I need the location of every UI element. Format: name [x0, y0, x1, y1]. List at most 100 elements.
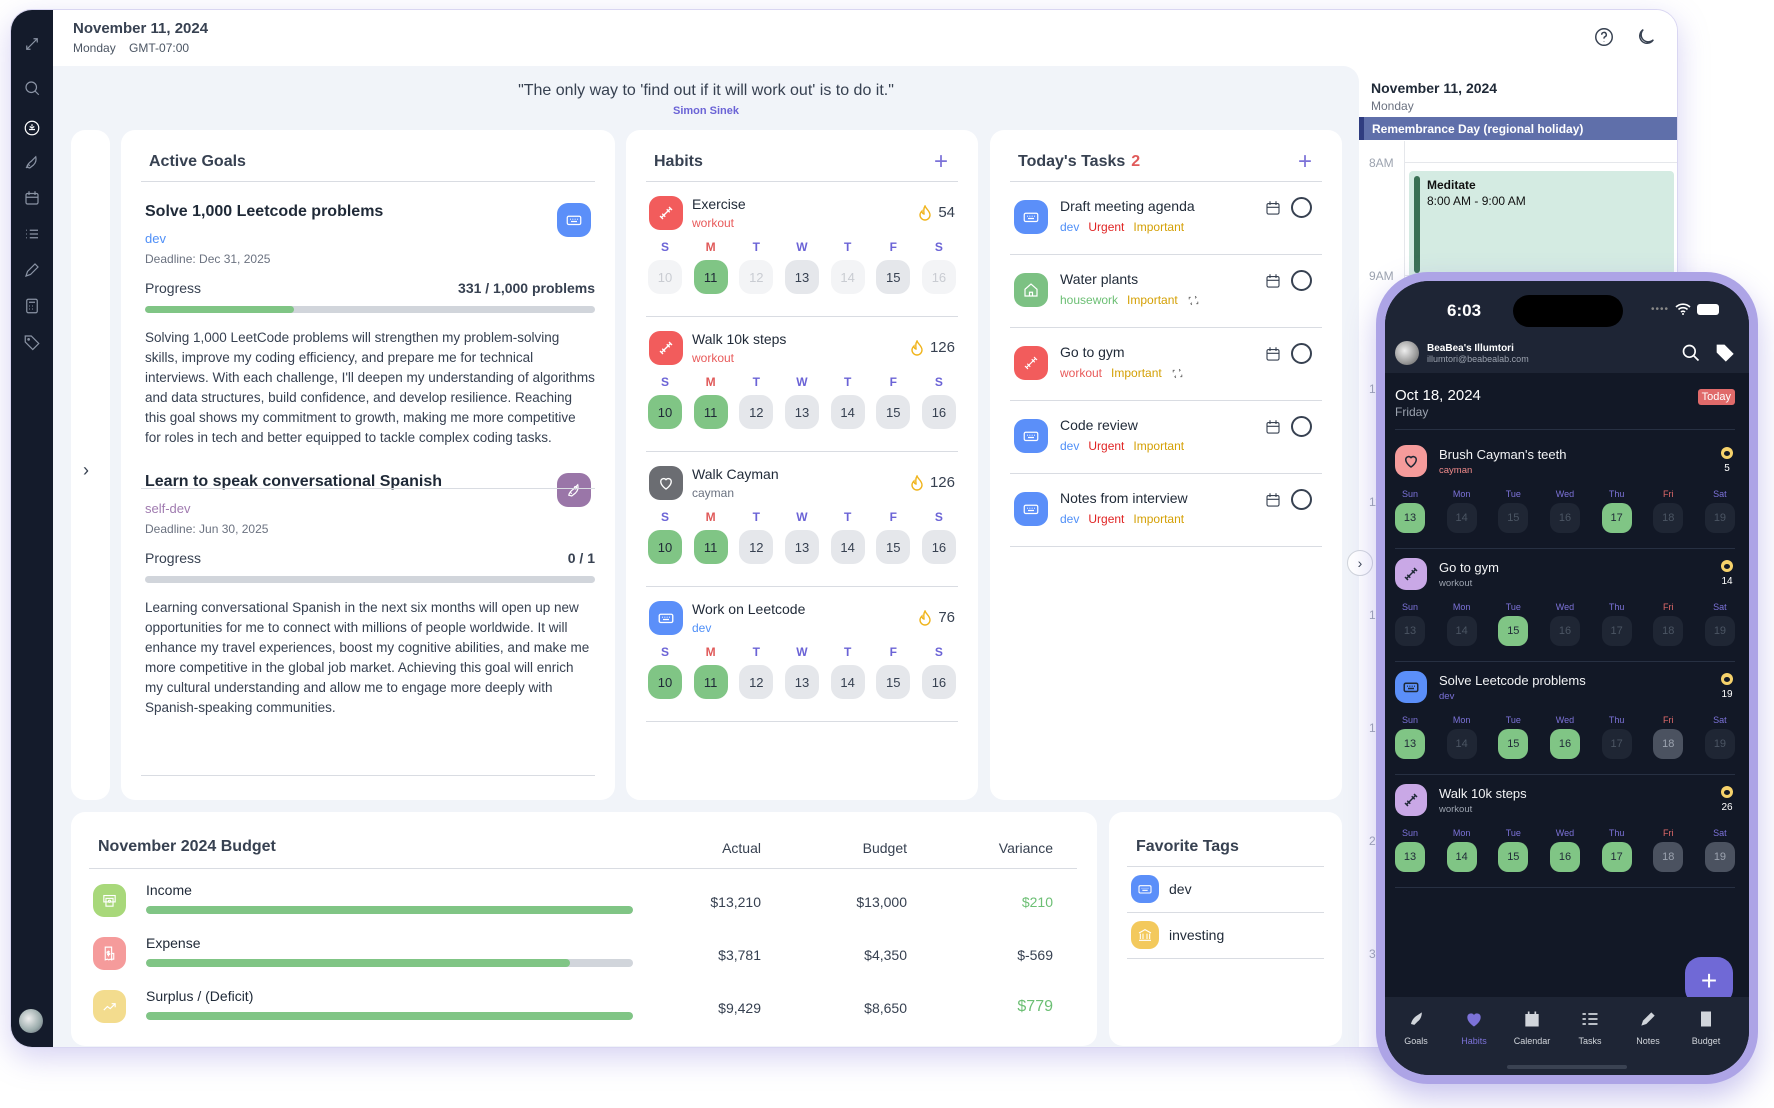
help-icon[interactable] — [1593, 26, 1615, 53]
day-number[interactable]: 15 — [1498, 616, 1529, 646]
habit-day[interactable]: T 14 — [830, 375, 865, 429]
day-number[interactable]: 16 — [1549, 729, 1580, 759]
calendar-next-chevron-icon[interactable]: › — [1347, 550, 1373, 576]
phone-habit-item[interactable]: Walk 10k steps workout 26 Sun 13 Mon 14 Tue 1… — [1395, 776, 1735, 888]
goal-tag[interactable]: dev — [145, 231, 595, 246]
budget-row[interactable]: Expense $3,781 $4,350 $-569 — [93, 935, 1077, 987]
task-complete-checkbox[interactable] — [1291, 489, 1312, 510]
habit-tag[interactable]: workout — [692, 351, 734, 365]
habit-day[interactable]: W 13 — [784, 375, 819, 429]
task-item[interactable]: Go to gym workout Important — [1010, 328, 1322, 401]
habit-day[interactable]: S 10 — [648, 240, 682, 294]
task-tag[interactable]: Important — [1133, 220, 1184, 234]
calculator-icon[interactable] — [20, 294, 44, 318]
task-item[interactable]: Draft meeting agenda dev Urgent Important — [1010, 182, 1322, 255]
habit-day[interactable]: T 12 — [739, 375, 774, 429]
day-number[interactable]: 13 — [1395, 616, 1425, 646]
day-number[interactable]: 13 — [1395, 842, 1425, 872]
add-task-button[interactable]: + — [1298, 150, 1312, 174]
habit-tag[interactable]: workout — [692, 216, 734, 230]
habit-day[interactable]: S 16 — [921, 375, 956, 429]
phone-habit-day[interactable]: Thu 17 — [1601, 602, 1632, 646]
habit-day[interactable]: W 13 — [784, 645, 819, 699]
phone-habit-day[interactable]: Fri 18 — [1653, 602, 1684, 646]
day-number[interactable]: 14 — [1446, 616, 1477, 646]
phone-habit-day[interactable]: Sun 13 — [1395, 828, 1425, 872]
phone-habit-day[interactable]: Fri 18 — [1653, 828, 1684, 872]
favorite-tag-item[interactable]: dev — [1127, 867, 1324, 913]
goal-item[interactable]: Learn to speak conversational Spanish se… — [145, 473, 595, 718]
phone-habit-day[interactable]: Thu 17 — [1601, 715, 1632, 759]
task-tag[interactable]: dev — [1060, 512, 1079, 526]
expand-icon[interactable] — [20, 32, 44, 56]
day-number[interactable]: 18 — [1653, 842, 1684, 872]
phone-habit-day[interactable]: Fri 18 — [1653, 489, 1684, 533]
user-avatar[interactable] — [19, 1009, 43, 1033]
day-number[interactable]: 16 — [921, 260, 956, 294]
day-number[interactable]: 14 — [830, 260, 865, 294]
day-number[interactable]: 16 — [1549, 616, 1580, 646]
habit-day[interactable]: W 13 — [784, 240, 819, 294]
day-number[interactable]: 16 — [921, 665, 956, 699]
phone-nav-notes[interactable]: Notes — [1623, 1009, 1673, 1046]
day-number[interactable]: 15 — [1498, 729, 1529, 759]
task-tag[interactable]: workout — [1060, 366, 1102, 380]
habit-day[interactable]: T 12 — [739, 645, 774, 699]
schedule-calendar-icon[interactable] — [1264, 272, 1282, 290]
task-complete-checkbox[interactable] — [1291, 197, 1312, 218]
phone-habit-day[interactable]: Mon 14 — [1446, 489, 1477, 533]
day-number[interactable]: 17 — [1601, 842, 1632, 872]
habit-day[interactable]: F 15 — [876, 375, 911, 429]
day-number[interactable]: 14 — [830, 530, 865, 564]
pencil-icon[interactable] — [20, 258, 44, 282]
day-number[interactable]: 18 — [1653, 616, 1684, 646]
dark-mode-icon[interactable] — [1635, 26, 1657, 53]
day-number[interactable]: 16 — [921, 395, 956, 429]
task-item[interactable]: Code review dev Urgent Important — [1010, 401, 1322, 474]
task-tag[interactable]: dev — [1060, 220, 1079, 234]
phone-habit-day[interactable]: Sat 19 — [1704, 715, 1735, 759]
habit-day[interactable]: F 15 — [876, 645, 911, 699]
day-number[interactable]: 13 — [784, 395, 819, 429]
day-number[interactable]: 18 — [1653, 503, 1684, 533]
day-number[interactable]: 16 — [921, 530, 956, 564]
phone-habit-day[interactable]: Tue 15 — [1498, 715, 1529, 759]
day-number[interactable]: 15 — [876, 395, 911, 429]
day-number[interactable]: 14 — [1446, 729, 1477, 759]
task-tag[interactable]: Urgent — [1088, 220, 1124, 234]
phone-habit-day[interactable]: Thu 17 — [1601, 828, 1632, 872]
day-number[interactable]: 13 — [784, 665, 819, 699]
habit-day[interactable]: S 16 — [921, 645, 956, 699]
phone-habit-day[interactable]: Wed 16 — [1549, 489, 1580, 533]
day-number[interactable]: 13 — [784, 260, 819, 294]
task-complete-checkbox[interactable] — [1291, 416, 1312, 437]
phone-nav-tasks[interactable]: Tasks — [1565, 1009, 1615, 1046]
add-habit-button[interactable]: + — [934, 150, 948, 174]
habit-day[interactable]: T 12 — [739, 240, 774, 294]
phone-habit-day[interactable]: Sat 19 — [1704, 489, 1735, 533]
day-number[interactable]: 19 — [1704, 503, 1735, 533]
day-number[interactable]: 19 — [1704, 616, 1735, 646]
day-number[interactable]: 15 — [876, 260, 911, 294]
habit-day[interactable]: F 15 — [876, 510, 911, 564]
habit-item[interactable]: Exercise workout 54 S 10 M 11 T 12 W 13 T 14 F 15 S 1… — [646, 182, 958, 317]
day-number[interactable]: 11 — [693, 260, 728, 294]
budget-row[interactable]: Surplus / (Deficit) $9,429 $8,650 $779 — [93, 988, 1077, 1040]
tasks-icon[interactable] — [20, 222, 44, 246]
habit-day[interactable]: M 11 — [693, 240, 728, 294]
habit-tag[interactable]: dev — [692, 621, 711, 635]
calendar-icon[interactable] — [20, 186, 44, 210]
habit-day[interactable]: S 10 — [648, 645, 682, 699]
day-number[interactable]: 14 — [1446, 842, 1477, 872]
day-number[interactable]: 11 — [693, 665, 728, 699]
phone-habit-day[interactable]: Wed 16 — [1549, 715, 1580, 759]
phone-habit-item[interactable]: Go to gym workout 14 Sun 13 Mon 14 Tue 15 Wed 1… — [1395, 550, 1735, 662]
task-tag[interactable]: Important — [1133, 512, 1184, 526]
day-number[interactable]: 10 — [648, 530, 682, 564]
habit-day[interactable]: M 11 — [693, 645, 728, 699]
day-number[interactable]: 10 — [648, 665, 682, 699]
phone-habit-day[interactable]: Sat 19 — [1704, 602, 1735, 646]
day-number[interactable]: 17 — [1601, 616, 1632, 646]
day-number[interactable]: 13 — [1395, 503, 1425, 533]
phone-user[interactable]: BeaBea's Illumtori illumtori@beabealab.c… — [1395, 341, 1529, 365]
